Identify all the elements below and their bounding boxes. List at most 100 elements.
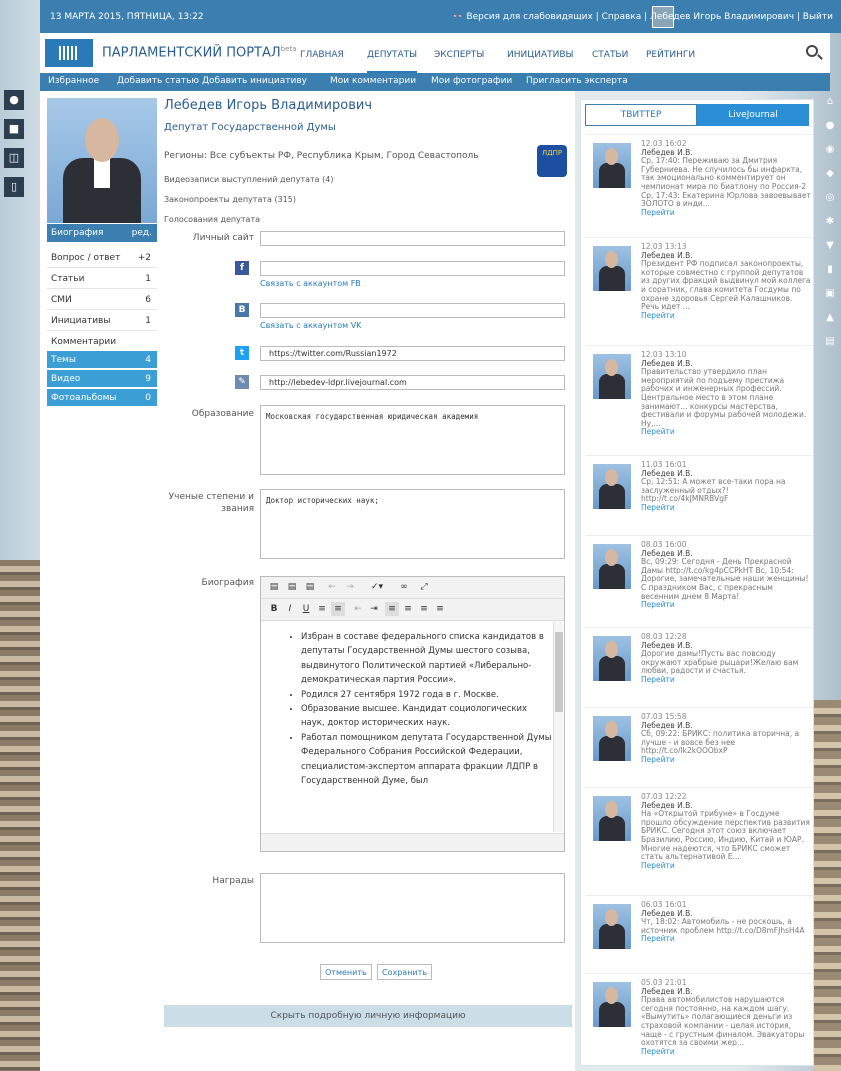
gear-icon[interactable]: ✱ [822, 214, 838, 230]
edit-link[interactable]: ред. [132, 228, 152, 238]
hide-personal-info-button[interactable]: Скрыть подробную личную информацию [164, 1005, 572, 1027]
editor-resize-bar[interactable] [261, 833, 564, 851]
subnav-my-comments[interactable]: Мои комментарии [330, 76, 416, 86]
comment-icon[interactable]: ▤ [822, 334, 838, 350]
bio-item: Родился 27 сентября 1972 года в г. Москв… [301, 688, 552, 702]
editor-scrollbar[interactable] [553, 622, 563, 832]
author-avatar [593, 464, 631, 509]
read-more-link[interactable]: Перейти [641, 503, 811, 513]
nav-articles[interactable]: СТАТЬИ [592, 50, 628, 60]
votes-link[interactable]: Голосования депутата [164, 215, 260, 224]
site-input[interactable] [260, 231, 565, 246]
briefcase-icon[interactable]: ▣ [822, 286, 838, 302]
link-facebook[interactable]: Связать с аккаунтом FB [260, 279, 361, 288]
sidebar-item-qa[interactable]: Вопрос / ответ +2 [47, 248, 157, 268]
read-more-link[interactable]: Перейти [641, 935, 811, 944]
education-textarea[interactable]: Московская государственная юридическая а… [260, 405, 565, 475]
globe-icon[interactable]: ◎ [822, 190, 838, 206]
outdent-icon[interactable]: ⇤ [351, 602, 365, 616]
subnav-add-initiative[interactable]: Добавить инициативу [202, 76, 307, 86]
education-label: Образование [191, 409, 254, 419]
tree-icon[interactable]: ▲ [822, 310, 838, 326]
nav-initiatives[interactable]: ИНИЦИАТИВЫ [507, 50, 573, 60]
tab-livejournal[interactable]: LiveJournal [697, 104, 809, 126]
read-more-link[interactable]: Перейти [641, 755, 811, 765]
read-more-link[interactable]: Перейти [641, 861, 811, 871]
align-left-icon[interactable]: ≡ [385, 602, 399, 616]
subnav-favorites[interactable]: Избранное [48, 76, 99, 86]
nav-experts[interactable]: ЭКСПЕРТЫ [434, 50, 484, 60]
read-more-link[interactable]: Перейти [641, 208, 811, 218]
sidebar-item-media[interactable]: СМИ 6 [47, 290, 157, 310]
video-camera-icon[interactable]: ■ [4, 119, 24, 139]
paste-text-icon[interactable]: ▤ [285, 580, 299, 594]
paste-icon[interactable]: ▤ [267, 580, 281, 594]
book-icon[interactable]: ◫ [4, 148, 24, 168]
sidebar-item-articles[interactable]: Статьи 1 [47, 269, 157, 289]
shield-icon[interactable]: ▼ [822, 238, 838, 254]
ordered-list-icon[interactable]: ≡ [315, 602, 329, 616]
nav-main[interactable]: ГЛАВНАЯ [300, 50, 344, 60]
biography-editor[interactable]: ▤ ▤ ▤ ← → ✓▾ ∞ ⤢ B I U ≡ ≡ ⇤ ⇥ ≡ ≡ ≡ ≡ И… [260, 576, 565, 852]
fullscreen-icon[interactable]: ⤢ [417, 580, 431, 594]
redo-icon[interactable]: → [343, 580, 357, 594]
paste-word-icon[interactable]: ▤ [303, 580, 317, 594]
subnav-invite-expert[interactable]: Пригласить эксперта [526, 76, 628, 86]
underline-icon[interactable]: U [299, 602, 313, 616]
search-icon[interactable] [806, 45, 818, 57]
undo-icon[interactable]: ← [325, 580, 339, 594]
editor-content[interactable]: Избран в составе федерального списка кан… [261, 622, 564, 832]
link-icon[interactable]: ∞ [397, 580, 411, 594]
awards-textarea[interactable] [260, 873, 565, 943]
degree-textarea[interactable]: Доктор исторических наук; [260, 489, 565, 559]
nav-deputies[interactable]: ДЕПУТАТЫ [367, 50, 418, 73]
profile-icon[interactable]: ● [4, 90, 24, 110]
indent-icon[interactable]: ⇥ [367, 602, 381, 616]
livejournal-input[interactable]: http://lebedev-ldpr.livejournal.com [260, 375, 565, 390]
align-center-icon[interactable]: ≡ [401, 602, 415, 616]
vkontakte-icon: B [235, 303, 249, 317]
site-title[interactable]: ПАРЛАМЕНТСКИЙ ПОРТАЛbeta [102, 45, 296, 60]
videos-link[interactable]: Видеозаписи выступлений депутата (4) [164, 175, 333, 184]
subnav-add-article[interactable]: Добавить статью [117, 76, 199, 86]
align-justify-icon[interactable]: ≡ [433, 602, 447, 616]
link-vk[interactable]: Связать с аккаунтом VK [260, 321, 361, 330]
biography-header[interactable]: Биография ред. [47, 224, 157, 242]
read-more-link[interactable]: Перейти [641, 311, 811, 321]
parliament-icon[interactable]: ⌂ [822, 94, 838, 110]
facebook-input[interactable] [260, 261, 565, 276]
twitter-input[interactable]: https://twitter.com/Russian1972 [260, 346, 565, 361]
tag-icon[interactable]: ◆ [822, 166, 838, 182]
align-right-icon[interactable]: ≡ [417, 602, 431, 616]
bills-link[interactable]: Законопроекты депутата (315) [164, 195, 296, 204]
location-icon[interactable]: ◉ [822, 142, 838, 158]
twitter-icon: t [235, 346, 249, 360]
sidebar-item-comments[interactable]: Комментарии [47, 332, 157, 352]
top-links[interactable]: 👓 Версия для слабовидящих | Справка | Ле… [452, 12, 833, 22]
chart-icon[interactable]: ▮ [822, 262, 838, 278]
nav-ratings[interactable]: РЕЙТИНГИ [646, 50, 695, 60]
sidebar-item-video[interactable]: Видео 9 [47, 370, 157, 388]
bullet-list-icon[interactable]: ≡ [331, 602, 345, 616]
editor-scroll-thumb[interactable] [555, 632, 563, 712]
people-icon[interactable]: ● [822, 118, 838, 134]
header: ПАРЛАМЕНТСКИЙ ПОРТАЛbeta ГЛАВНАЯ ДЕПУТАТ… [40, 33, 830, 73]
read-more-link[interactable]: Перейти [641, 428, 811, 437]
cancel-button[interactable]: Отменить [320, 964, 372, 980]
italic-icon[interactable]: I [283, 602, 297, 616]
mobile-icon[interactable]: ▯ [4, 177, 24, 197]
spellcheck-icon[interactable]: ✓▾ [367, 580, 387, 594]
bold-icon[interactable]: B [267, 602, 281, 616]
read-more-link[interactable]: Перейти [641, 675, 811, 685]
subnav-my-photos[interactable]: Мои фотографии [431, 76, 512, 86]
vk-input[interactable] [260, 303, 565, 318]
sidebar-item-topics[interactable]: Темы 4 [47, 351, 157, 369]
biography-field-label: Биография [201, 578, 254, 588]
sidebar-item-albums[interactable]: Фотоальбомы 0 [47, 389, 157, 407]
tab-twitter[interactable]: ТВИТТЕР [585, 104, 697, 126]
save-button[interactable]: Сохранить [377, 964, 432, 980]
portal-logo[interactable] [45, 39, 93, 67]
sidebar-item-initiatives[interactable]: Инициативы 1 [47, 311, 157, 331]
read-more-link[interactable]: Перейти [641, 601, 811, 610]
read-more-link[interactable]: Перейти [641, 1047, 811, 1057]
